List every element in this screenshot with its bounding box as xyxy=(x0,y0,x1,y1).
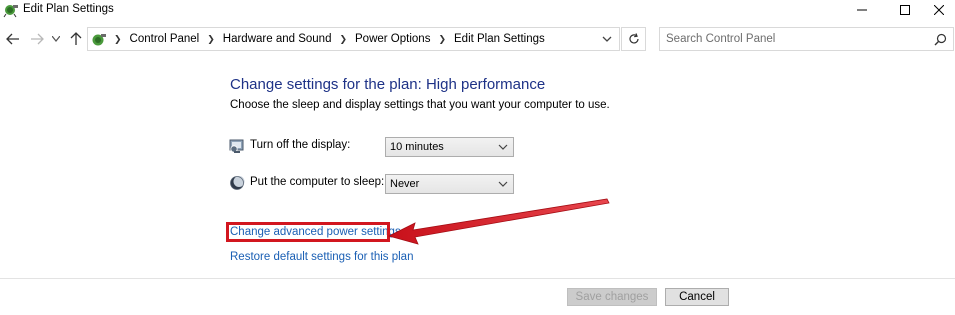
display-timeout-label: Turn off the display: xyxy=(250,139,351,151)
maximize-icon xyxy=(900,5,910,15)
search-input[interactable] xyxy=(666,30,926,48)
control-panel-icon xyxy=(90,31,107,48)
up-button[interactable] xyxy=(67,30,85,48)
address-bar[interactable]: ❯ Control Panel ❯ Hardware and Sound ❯ P… xyxy=(87,27,620,51)
page-subtitle: Choose the sleep and display settings th… xyxy=(230,99,610,111)
breadcrumb-separator-icon: ❯ xyxy=(114,33,122,44)
cancel-button[interactable]: Cancel xyxy=(665,288,729,306)
breadcrumb-item-hardware-and-sound[interactable]: Hardware and Sound xyxy=(223,33,332,45)
back-button[interactable] xyxy=(4,30,22,48)
power-options-icon xyxy=(3,2,19,18)
close-button[interactable] xyxy=(916,0,955,20)
restore-default-settings-link[interactable]: Restore default settings for this plan xyxy=(230,251,413,263)
up-arrow-icon xyxy=(70,32,82,45)
breadcrumb-item-edit-plan-settings[interactable]: Edit Plan Settings xyxy=(454,33,545,45)
refresh-icon xyxy=(628,33,639,44)
forward-button[interactable] xyxy=(28,30,46,48)
sleep-timeout-value: Never xyxy=(390,178,420,190)
display-timeout-select[interactable]: 10 minutes xyxy=(385,137,514,157)
sleep-timeout-select[interactable]: Never xyxy=(385,174,514,194)
search-box[interactable] xyxy=(659,27,954,51)
minimize-button[interactable] xyxy=(839,0,885,20)
recent-locations-button[interactable] xyxy=(50,30,62,48)
chevron-down-icon xyxy=(602,36,612,42)
window-title: Edit Plan Settings xyxy=(23,3,114,15)
title-bar: Edit Plan Settings xyxy=(0,0,955,20)
breadcrumb: ❯ Control Panel ❯ Hardware and Sound ❯ P… xyxy=(110,28,545,50)
refresh-button[interactable] xyxy=(621,27,646,51)
breadcrumb-separator-icon: ❯ xyxy=(438,33,446,44)
chevron-down-icon xyxy=(498,181,508,187)
close-icon xyxy=(934,5,944,15)
sleep-timeout-label: Put the computer to sleep: xyxy=(250,176,385,188)
minimize-icon xyxy=(857,9,867,11)
chevron-down-icon xyxy=(52,36,60,42)
page-title: Change settings for the plan: High perfo… xyxy=(230,76,546,93)
chevron-down-icon xyxy=(498,144,508,150)
forward-arrow-icon xyxy=(31,33,44,45)
breadcrumb-separator-icon: ❯ xyxy=(207,33,215,44)
breadcrumb-item-control-panel[interactable]: Control Panel xyxy=(130,33,200,45)
edit-plan-settings-window: Edit Plan Settings ❯ Control Panel ❯ Har… xyxy=(0,0,955,315)
breadcrumb-separator-icon: ❯ xyxy=(339,33,348,44)
breadcrumb-item-power-options[interactable]: Power Options xyxy=(355,33,430,45)
monitor-icon xyxy=(229,138,245,154)
annotation-highlight-box xyxy=(226,222,390,242)
save-changes-button[interactable]: Save changes xyxy=(567,288,657,306)
display-timeout-value: 10 minutes xyxy=(390,141,444,153)
search-icon[interactable] xyxy=(934,33,947,46)
footer-divider xyxy=(0,278,955,279)
annotation-arrow-icon xyxy=(387,198,610,245)
back-arrow-icon xyxy=(6,33,19,45)
address-history-button[interactable] xyxy=(601,33,613,45)
navigation-bar: ❯ Control Panel ❯ Hardware and Sound ❯ P… xyxy=(0,27,955,53)
sleep-moon-icon xyxy=(229,175,245,191)
